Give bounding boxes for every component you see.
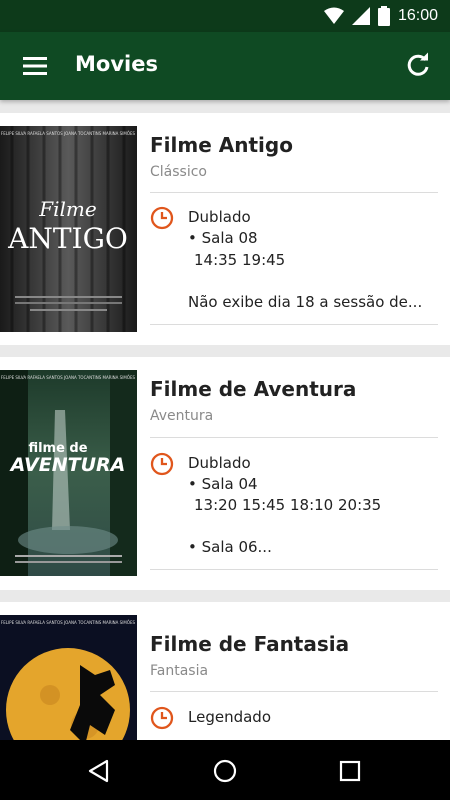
movie-genre: Fantasia [150, 663, 209, 679]
session-times: 14:35 19:45 [194, 251, 286, 269]
wifi-icon [323, 7, 344, 24]
movie-title: Filme de Fantasia [150, 632, 350, 656]
poster-credits: FELIPE SILVA RAFAELA SANTOS JOANA TOCANT… [1, 375, 136, 380]
poster-credits: FELIPE SILVA RAFAELA SANTOS JOANA TOCANT… [1, 131, 136, 136]
movie-genre: Clássico [150, 164, 207, 180]
movie-card[interactable]: FELIPE SILVA RAFAELA SANTOS JOANA TOCANT… [0, 357, 450, 590]
session-room: • Sala 08 [188, 229, 258, 247]
session-audio: Legendado [188, 708, 271, 726]
home-icon[interactable] [212, 758, 238, 784]
clock-icon [150, 452, 174, 476]
movie-list[interactable]: FELIPE SILVA RAFAELA SANTOS JOANA TOCANT… [0, 100, 450, 740]
movie-poster[interactable]: FELIPE SILVA RAFAELA SANTOS JOANA TOCANT… [0, 370, 137, 576]
clock-icon [150, 206, 174, 230]
poster-image: FELIPE SILVA RAFAELA SANTOS JOANA TOCANT… [0, 370, 137, 576]
divider [150, 691, 438, 692]
poster-title-line2: ANTIGO [7, 222, 128, 255]
poster-image: FELIPE SILVA RAFAELA SANTOS JOANA TOCANT… [0, 126, 137, 332]
signal-icon [351, 7, 370, 25]
session-note: Não exibe dia 18 a sessão de... [188, 293, 423, 311]
refresh-icon[interactable] [404, 51, 432, 79]
menu-icon[interactable] [22, 53, 48, 79]
status-bar: 16:00 [0, 0, 450, 32]
session-times: 13:20 15:45 18:10 20:35 [194, 496, 382, 514]
clock-icon [150, 706, 174, 730]
poster-title-line2: AVENTURA [9, 454, 126, 476]
movie-poster[interactable]: FELIPE SILVA RAFAELA SANTOS JOANA TOCANT… [0, 615, 137, 740]
recents-icon[interactable] [337, 758, 363, 784]
back-icon[interactable] [86, 758, 112, 784]
movie-title: Filme Antigo [150, 133, 293, 157]
battery-icon [377, 6, 390, 26]
status-time: 16:00 [397, 7, 438, 24]
movie-card[interactable]: FELIPE SILVA RAFAELA SANTOS JOANA TOCANT… [0, 113, 450, 345]
divider [150, 437, 438, 438]
divider [150, 569, 438, 570]
movie-title: Filme de Aventura [150, 377, 357, 401]
movie-genre: Aventura [150, 408, 214, 424]
session-audio: Dublado [188, 454, 251, 472]
poster-title-line1: Filme [38, 197, 96, 221]
navigation-bar [0, 740, 450, 800]
session-audio: Dublado [188, 208, 251, 226]
movie-poster[interactable]: FELIPE SILVA RAFAELA SANTOS JOANA TOCANT… [0, 126, 137, 332]
session-note: • Sala 06... [188, 538, 272, 556]
poster-image: FELIPE SILVA RAFAELA SANTOS JOANA TOCANT… [0, 615, 137, 740]
movie-card[interactable]: FELIPE SILVA RAFAELA SANTOS JOANA TOCANT… [0, 602, 450, 740]
page-title: Movies [75, 52, 158, 76]
poster-credits: FELIPE SILVA RAFAELA SANTOS JOANA TOCANT… [1, 620, 136, 625]
session-room: • Sala 04 [188, 475, 258, 493]
app-bar: Movies [0, 32, 450, 100]
divider [150, 192, 438, 193]
divider [150, 324, 438, 325]
